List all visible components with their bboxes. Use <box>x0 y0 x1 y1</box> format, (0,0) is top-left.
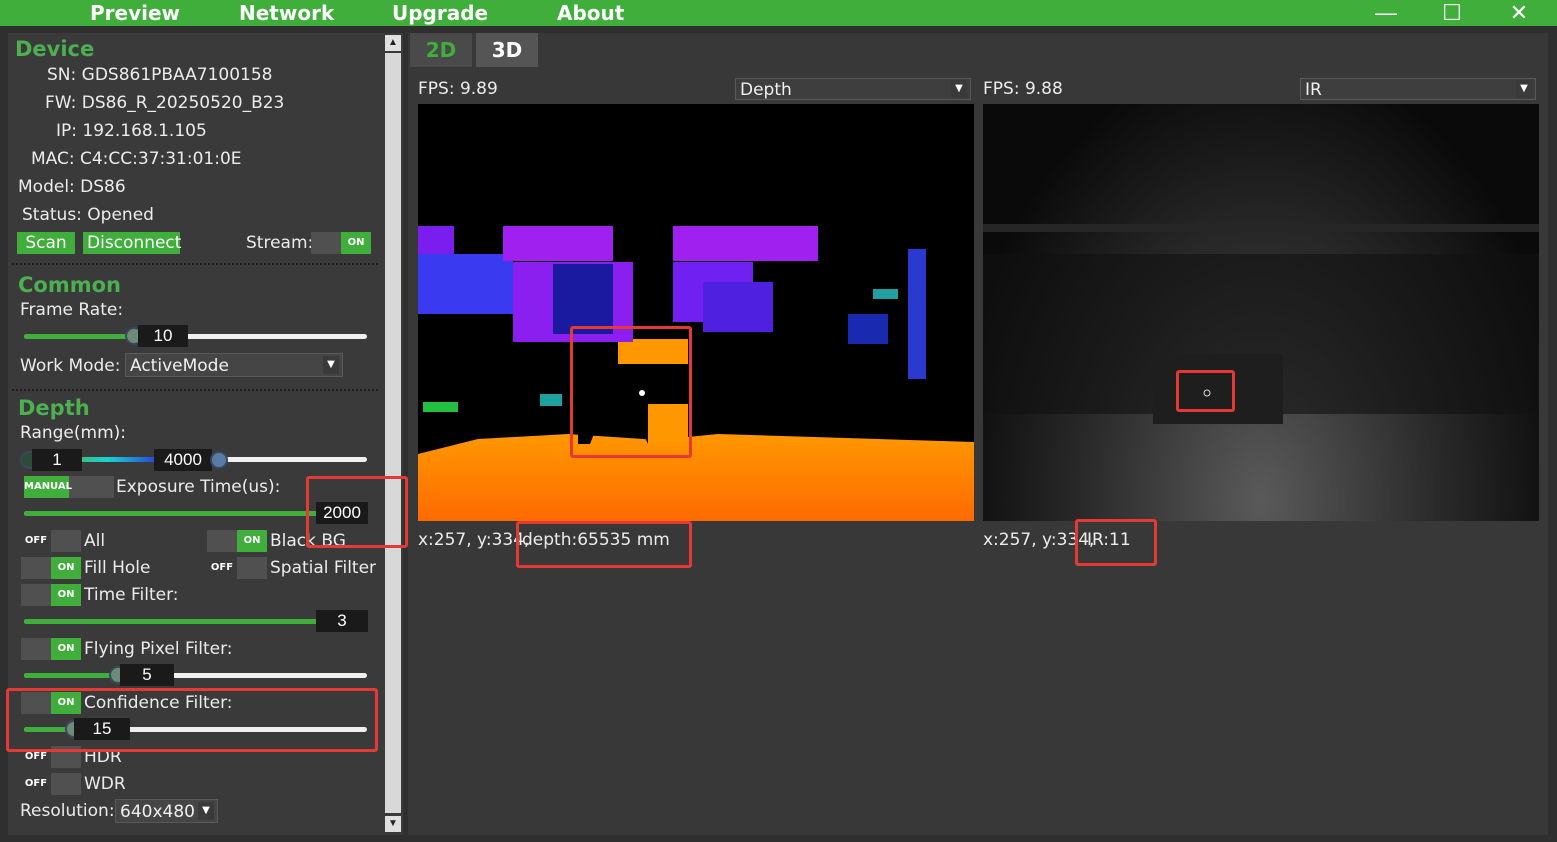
right-view-mode-value: IR <box>1305 80 1322 100</box>
right-view-mode-select[interactable]: IR ▼ <box>1300 78 1536 100</box>
ir-image[interactable] <box>983 104 1539 521</box>
flying-pixel-toggle[interactable]: ON <box>21 638 81 660</box>
device-ip: IP: 192.168.1.105 <box>56 121 207 141</box>
fps-right: FPS: 9.88 <box>983 79 1063 99</box>
scroll-down-icon[interactable]: ▼ <box>385 816 401 832</box>
work-mode-value: ActiveMode <box>130 356 229 376</box>
all-label: All <box>84 531 106 551</box>
toggle-state: ON <box>51 584 81 606</box>
left-view-mode-select[interactable]: Depth ▼ <box>735 78 971 100</box>
device-fw: FW: DS86_R_20250520_B23 <box>45 93 285 113</box>
range-max-value: 4000 <box>154 449 212 471</box>
work-mode-select[interactable]: ActiveMode ▼ <box>125 353 343 377</box>
menu-upgrade[interactable]: Upgrade <box>392 0 488 26</box>
device-mac: MAC: C4:CC:37:31:01:0E <box>31 149 242 169</box>
toggle-state: ON <box>341 232 371 254</box>
settings-scrollbar[interactable]: ▲ ▼ <box>383 33 403 835</box>
chevron-down-icon: ▼ <box>323 356 339 374</box>
device-model: Model: DS86 <box>18 177 126 197</box>
disconnect-button[interactable]: Disconnect <box>83 232 181 254</box>
range-max-thumb[interactable] <box>210 451 228 469</box>
frame-rate-value: 10 <box>138 325 188 347</box>
tab-2d[interactable]: 2D <box>410 33 472 67</box>
range-label: Range(mm): <box>20 423 126 443</box>
time-filter-toggle[interactable]: ON <box>21 584 81 606</box>
stream-label: Stream: <box>246 233 314 253</box>
title-bar: Preview Network Upgrade About — ☐ ✕ <box>0 0 1557 26</box>
menu-about[interactable]: About <box>557 0 624 26</box>
depth-image-render <box>418 226 974 521</box>
minimize-icon[interactable]: — <box>1366 0 1406 26</box>
resolution-label: Resolution: <box>20 801 115 821</box>
wdr-toggle[interactable]: OFF <box>21 773 81 795</box>
left-coords: x:257, y:334, <box>418 530 530 550</box>
highlight-box <box>516 521 692 568</box>
ir-image-render <box>983 224 1539 424</box>
close-icon[interactable]: ✕ <box>1499 0 1539 26</box>
maximize-icon[interactable]: ☐ <box>1432 0 1472 26</box>
exposure-mode-toggle[interactable]: MANUAL <box>24 476 114 498</box>
highlight-box <box>570 326 692 458</box>
menu-preview[interactable]: Preview <box>90 0 180 26</box>
left-view-mode-value: Depth <box>740 80 792 100</box>
highlight-box <box>306 476 408 548</box>
spatial-filter-label: Spatial Filter <box>270 558 377 578</box>
menu-network[interactable]: Network <box>239 0 334 26</box>
resolution-value: 640x480 <box>120 802 195 822</box>
exposure-label: Exposure Time(us): <box>116 477 281 497</box>
time-filter-label: Time Filter: <box>84 585 179 605</box>
toggle-state: ON <box>51 638 81 660</box>
device-sn: SN: GDS861PBAA7100158 <box>47 65 273 85</box>
toggle-state: ON <box>237 530 267 552</box>
slider-fill <box>24 334 127 339</box>
scan-button[interactable]: Scan <box>17 232 75 254</box>
flying-pixel-value: 5 <box>120 664 174 686</box>
flying-pixel-label: Flying Pixel Filter: <box>84 639 233 659</box>
black-bg-toggle[interactable]: ON <box>207 530 267 552</box>
work-mode-label: Work Mode: <box>20 356 121 376</box>
depth-section-title: Depth <box>18 396 90 420</box>
depth-image[interactable] <box>418 104 974 521</box>
toggle-state: OFF <box>21 530 51 552</box>
device-status: Status: Opened <box>22 205 154 225</box>
highlight-box <box>1075 519 1157 566</box>
divider <box>12 263 378 265</box>
scroll-up-icon[interactable]: ▲ <box>385 35 401 51</box>
time-filter-value: 3 <box>316 610 368 632</box>
fill-hole-toggle[interactable]: ON <box>21 557 81 579</box>
toggle-state: OFF <box>207 557 237 579</box>
all-toggle[interactable]: OFF <box>21 530 81 552</box>
chevron-down-icon: ▼ <box>1516 80 1532 98</box>
fill-hole-label: Fill Hole <box>84 558 151 578</box>
resolution-select[interactable]: 640x480 ▼ <box>115 799 218 823</box>
tab-3d[interactable]: 3D <box>476 33 538 67</box>
toggle-state: ON <box>51 557 81 579</box>
stream-toggle[interactable]: ON <box>311 232 371 254</box>
common-section-title: Common <box>18 273 121 297</box>
frame-rate-label: Frame Rate: <box>20 300 124 320</box>
scroll-thumb[interactable] <box>385 53 401 813</box>
range-min-value: 1 <box>32 449 82 471</box>
wdr-label: WDR <box>84 774 126 794</box>
highlight-box <box>6 688 378 752</box>
toggle-state: MANUAL <box>24 476 72 498</box>
fps-left: FPS: 9.89 <box>418 79 498 99</box>
highlight-box <box>1176 370 1235 412</box>
chevron-down-icon: ▼ <box>951 80 967 98</box>
frame-rate-slider[interactable] <box>24 334 367 339</box>
divider <box>12 389 378 391</box>
toggle-state: OFF <box>21 773 51 795</box>
spatial-filter-toggle[interactable]: OFF <box>207 557 267 579</box>
device-section-title: Device <box>15 37 95 61</box>
flying-pixel-slider[interactable] <box>24 673 367 678</box>
chevron-down-icon: ▼ <box>198 802 214 820</box>
